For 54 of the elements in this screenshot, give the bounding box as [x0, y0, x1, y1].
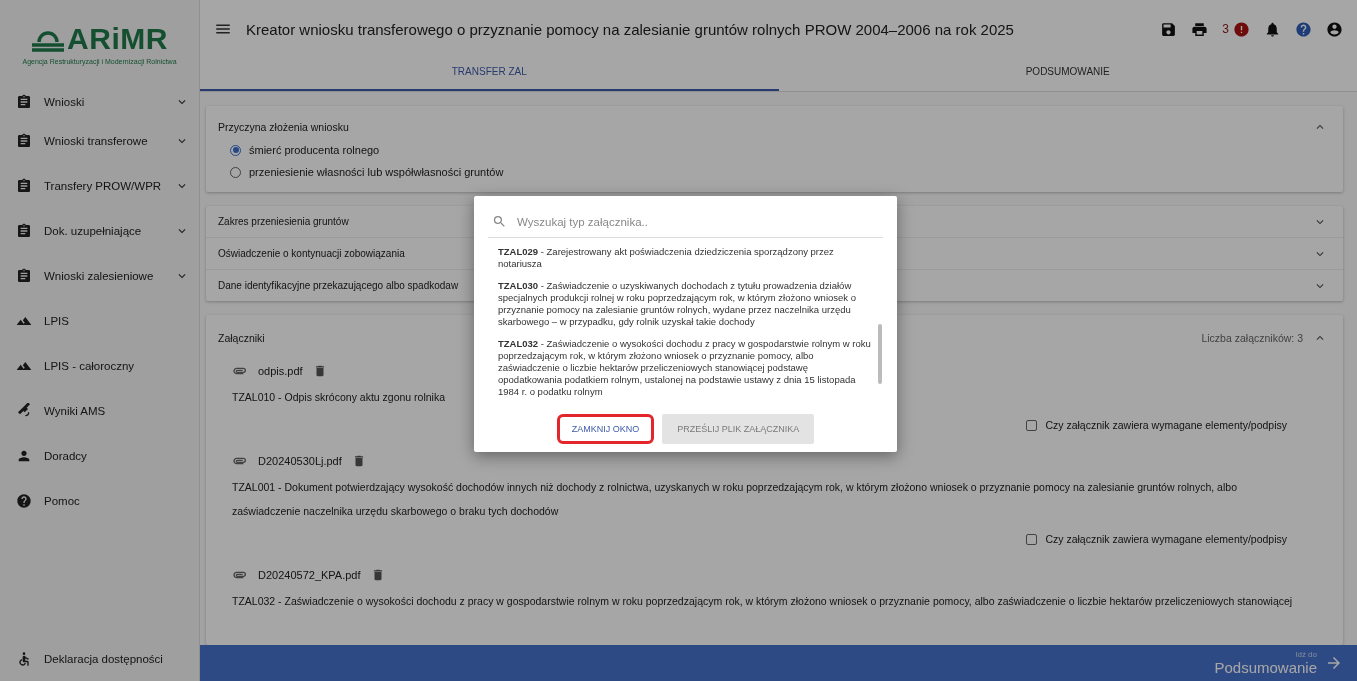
panel-title: Przyczyna złożenia wniosku: [218, 121, 349, 133]
bell-icon[interactable]: [1264, 20, 1281, 38]
sidebar-item[interactable]: Wyniki AMS: [0, 388, 199, 433]
attachment-type-option[interactable]: TZAL030 - Zaświadczenie o uzyskiwanych dochodach z tytułu prowadzenia działów specjalnych produkcji rolnej w roku poprzedzającym rok, w którym złożono wniosek o przyznanie pomocy na zalesianie gruntów rolnych, wydane przez naczelnika urzędu skarbowego – w przypadku, gdy rolnik uzyskał takie dochody: [498, 280, 871, 328]
help-icon: [16, 492, 32, 509]
sidebar-item[interactable]: Wnioski: [0, 85, 199, 118]
checkbox[interactable]: [1026, 533, 1038, 545]
next-step-bar[interactable]: Idź do Podsumowanie: [200, 645, 1357, 681]
account-icon[interactable]: [1326, 20, 1343, 38]
radio-label: śmierć producenta rolnego: [249, 144, 380, 156]
file-name[interactable]: D20240572_KPA.pdf: [258, 569, 361, 581]
save-icon[interactable]: [1160, 20, 1178, 38]
sidebar-item[interactable]: Transfery PROW/WPR: [0, 163, 199, 208]
attachment-description: zaświadczenie naczelnika urzędu skarbowego o braku tych dochodów: [232, 504, 559, 519]
sidebar-item[interactable]: LPIS - całoroczny: [0, 343, 199, 388]
print-icon[interactable]: [1191, 20, 1209, 38]
sidebar-item[interactable]: Deklaracja dostępności: [0, 636, 199, 681]
radio-label: przeniesienie własności lub współwłasności gruntów: [249, 166, 504, 178]
close-button[interactable]: ZAMKNIJ OKNO: [556, 414, 655, 444]
panel-title[interactable]: Oświadczenie o kontynuacji zobowiązania: [218, 248, 405, 259]
attachment-type-option[interactable]: TZAL029 - Zarejestrowany akt poświadczenia dziedziczenia sporządzony przez notariusza: [498, 246, 871, 270]
file-name[interactable]: odpis.pdf: [258, 365, 303, 377]
tab[interactable]: PODSUMOWANIE: [778, 58, 1357, 91]
sidebar-item[interactable]: Dok. uzupełniające: [0, 208, 199, 253]
clipboard-icon: [16, 93, 32, 110]
clipboard-icon: [16, 177, 32, 194]
alert-icon[interactable]: [1233, 20, 1250, 38]
attachment-count: Liczba załączników: 3: [1201, 332, 1303, 344]
arrow-right-icon: [1325, 654, 1343, 672]
accessibility-icon: [16, 650, 32, 667]
sidebar-item[interactable]: Wnioski zalesieniowe: [0, 253, 199, 298]
sidebar-item[interactable]: Pomoc: [0, 478, 199, 523]
sidebar-item[interactable]: Doradcy: [0, 433, 199, 478]
page-title: Kreator wniosku transferowego o przyznanie pomocy na zalesianie gruntów rolnych PROW 2004–2006 na rok 2025: [246, 20, 1015, 38]
panel-title[interactable]: Zakres przeniesienia gruntów: [218, 216, 349, 227]
panel-title: Załączniki: [218, 332, 265, 344]
sidebar-item[interactable]: LPIS: [0, 298, 199, 343]
clipboard-icon: [16, 267, 32, 284]
attachment-description: TZAL001 - Dokument potwierdzający wysokość dochodów innych niż dochody z rolnictwa, uzyskanych w roku poprzedzającym rok, w którym złożono wniosek o przyznanie pomocy na zalesianie gruntów rolnych, albo: [232, 480, 1237, 495]
checkbox[interactable]: [1026, 419, 1038, 431]
checkbox-label: Czy załącznik zawiera wymagane elementy/podpisy: [1045, 419, 1287, 431]
attachment-description: TZAL032 - Zaświadczenie o wysokości dochodu z pracy w gospodarstwie rolnym w roku poprzedzającym rok, w którym złożono wniosek o przyznanie pomocy, albo zaświadczenie o liczbie hektarów przeliczeniowych stanowiącej: [232, 594, 1293, 609]
clipboard-icon: [16, 132, 32, 149]
alert-count: 3: [1222, 22, 1229, 36]
clipboard-icon: [16, 222, 32, 239]
checkbox-label: Czy załącznik zawiera wymagane elementy/podpisy: [1045, 533, 1287, 545]
sidebar-item[interactable]: Wnioski transferowe: [0, 118, 199, 163]
logo-text: ARiMR: [67, 22, 168, 56]
panel-title[interactable]: Dane identyfikacyjne przekazującego albo spadkodaw: [218, 280, 459, 291]
attachment-type-option[interactable]: TZAL032 - Zaświadczenie o wysokości dochodu z pracy w gospodarstwie rolnym w roku poprzedzającym rok, w którym złożono wniosek o przyznanie pomocy, albo zaświadczenie o liczbie hektarów przeliczeniowych stanowiącej podstawę opodatkowania podatkiem rolnym, ustalonej na podstawie ustawy z dnia 15 listopada 1984 r. o podatku rolnym: [498, 338, 871, 398]
attachment-description: TZAL010 - Odpis skrócony aktu zgonu rolnika: [232, 390, 446, 405]
search-icon: [492, 214, 507, 229]
file-name[interactable]: D20240530Lj.pdf: [258, 455, 342, 467]
help-icon[interactable]: [1295, 20, 1312, 38]
